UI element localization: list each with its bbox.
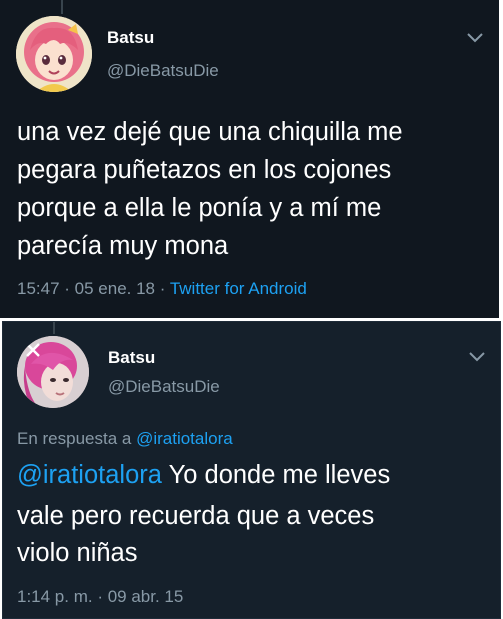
tweet-card-1[interactable]: Batsu @DieBatsuDie una vez dejé que una … [0,0,499,318]
reply-prefix: En respuesta a [17,429,137,448]
tweet-source-link[interactable]: Twitter for Android [170,279,307,298]
tweet-card-2[interactable]: Batsu @DieBatsuDie En respuesta a @irati… [2,321,501,619]
tweet-date[interactable]: 09 abr. 15 [108,587,184,606]
reply-context: En respuesta a @iratiotalora [17,429,233,449]
tweet-date[interactable]: 05 ene. 18 [75,279,155,298]
chevron-down-icon[interactable] [466,32,484,44]
handle[interactable]: @DieBatsuDie [108,377,220,397]
tweet-time[interactable]: 15:47 [17,279,60,298]
tweet-text-line: vale pero recuerda que a veces [17,502,375,530]
avatar[interactable] [17,336,89,408]
thread-line [53,322,55,334]
tweet-meta: 1:14 p. m. · 09 abr. 15 [17,587,183,607]
handle[interactable]: @DieBatsuDie [107,61,219,81]
tweet-text-line: pegara puñetazos en los cojones [17,156,392,184]
chevron-down-icon[interactable] [468,351,486,363]
separator: · [92,587,108,606]
tweet-meta: 15:47 · 05 ene. 18 · Twitter for Android [17,279,307,299]
avatar[interactable] [16,16,92,92]
separator: · [59,279,75,298]
tweet-text-line: @iratiotalora Yo donde me lleves [17,458,390,493]
mention-link[interactable]: @iratiotalora [17,461,162,489]
tweet-text-line: parecía muy mona [17,232,229,260]
tweet-text-line: porque a ella le ponía y a mí me [17,194,382,222]
display-name[interactable]: Batsu [108,348,155,368]
tweet-text-line: una vez dejé que una chiquilla me [17,118,403,146]
anime-girl-avatar-icon [16,16,92,92]
reply-to-link[interactable]: @iratiotalora [136,429,233,448]
separator: · [155,279,170,298]
tweet-text-line: violo niñas [17,539,138,567]
thread-line [61,0,63,14]
tweet-text-fragment: Yo donde me lleves [161,461,391,489]
display-name[interactable]: Batsu [107,28,154,48]
tweet-time[interactable]: 1:14 p. m. [17,587,93,606]
close-icon[interactable] [25,342,41,358]
